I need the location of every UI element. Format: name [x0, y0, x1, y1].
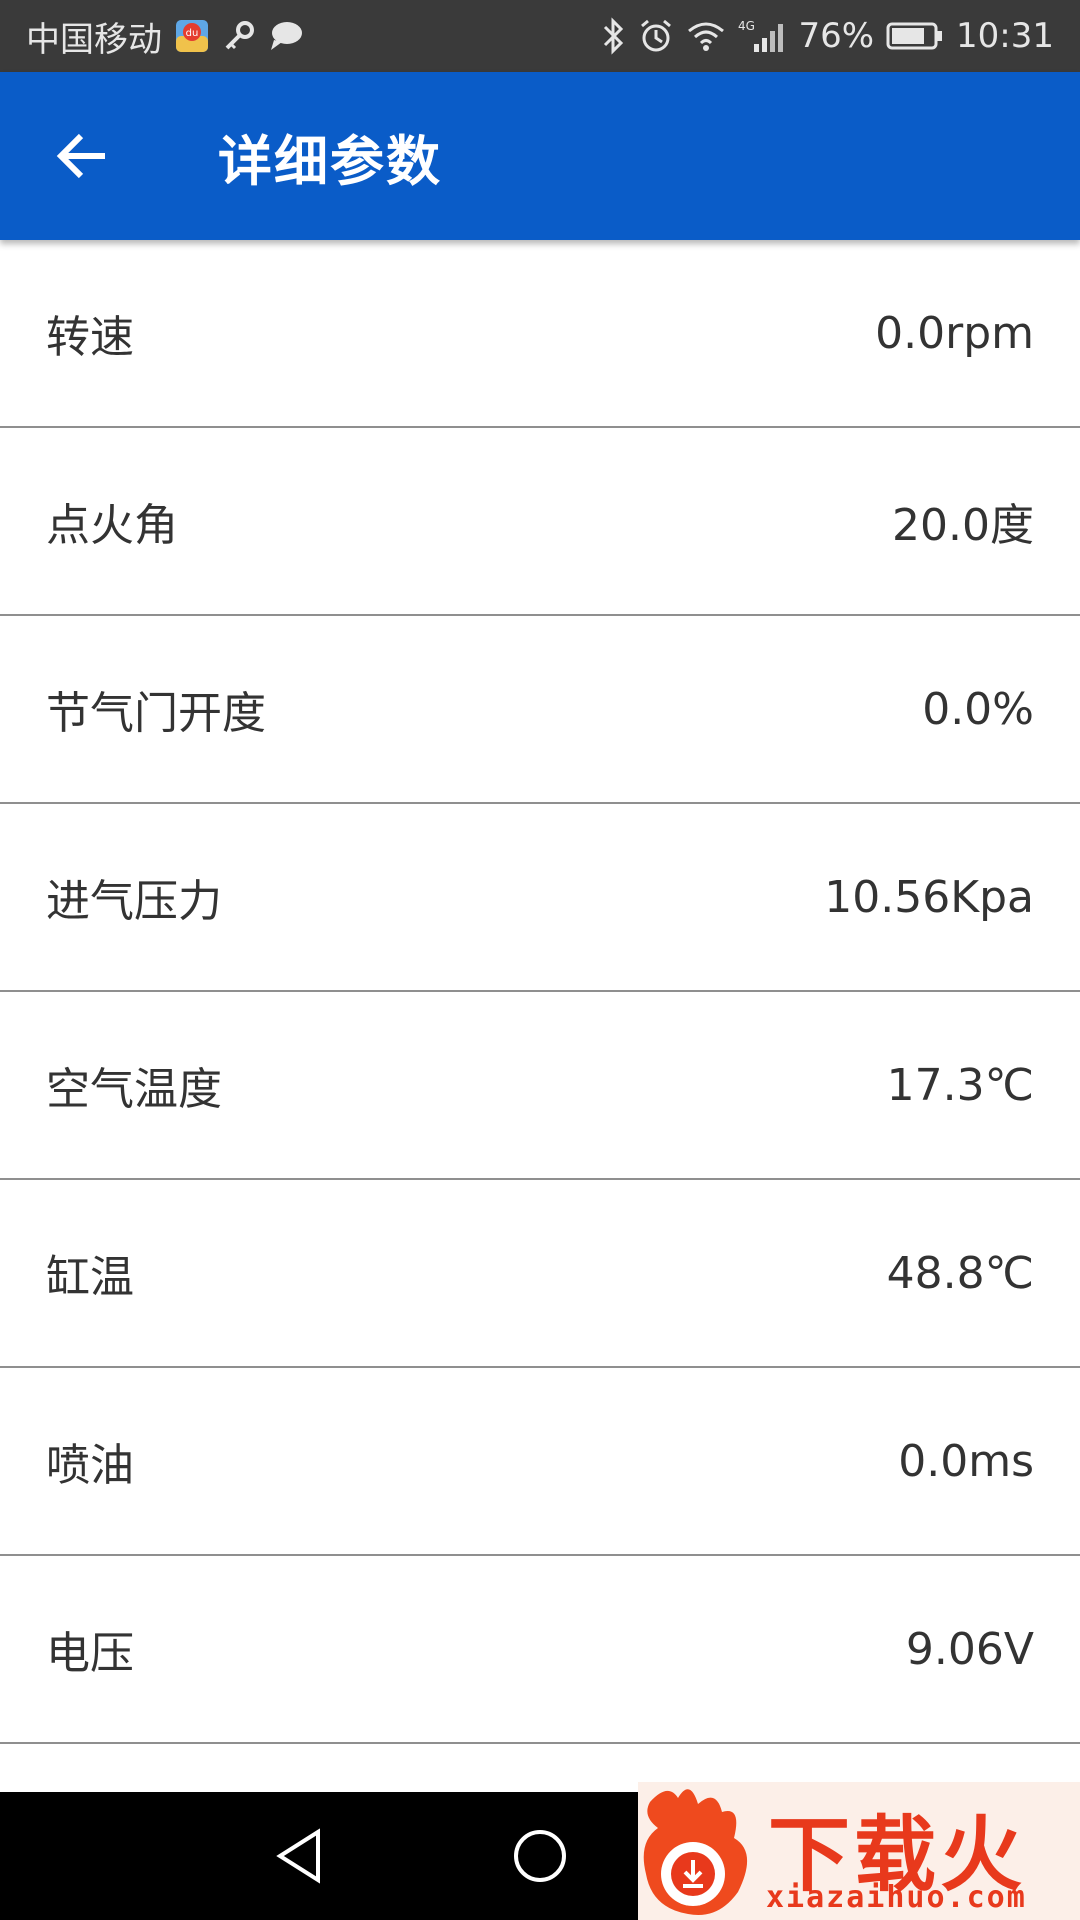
page-title: 详细参数: [218, 129, 442, 193]
network-type-label: 4G: [738, 19, 755, 33]
arrow-left-icon: [56, 133, 105, 179]
flame-logo-icon: [643, 1789, 748, 1916]
parameter-list: 转速 0.0rpm 点火角 20.0度 节气门开度 0.0% 进气压力 10.5…: [0, 240, 1080, 1744]
param-row-rpm: 转速 0.0rpm: [0, 240, 1080, 428]
param-label: 点火角: [46, 500, 178, 551]
status-right: 4G 76% 10:31: [602, 16, 1054, 56]
param-label: 进气压力: [46, 876, 222, 927]
svg-text:du: du: [186, 28, 199, 39]
home-circle-icon: [514, 1830, 566, 1882]
baidu-maps-icon: du: [174, 18, 210, 54]
param-row-throttle: 节气门开度 0.0%: [0, 616, 1080, 804]
param-label: 喷油: [46, 1440, 134, 1491]
bluetooth-icon: [602, 17, 626, 55]
status-left: 中国移动 du: [26, 12, 304, 61]
battery-icon: [886, 21, 944, 51]
app-bar: 详细参数: [0, 72, 1080, 240]
param-label: 电压: [46, 1628, 134, 1679]
signal-icon: 4G: [738, 18, 786, 54]
param-row-cylinder-temp: 缸温 48.8℃: [0, 1180, 1080, 1368]
chat-bubble-icon: [268, 20, 304, 52]
param-label: 节气门开度: [46, 688, 266, 739]
nav-back-button[interactable]: [260, 1816, 340, 1896]
param-row-air-temp: 空气温度 17.3℃: [0, 992, 1080, 1180]
key-icon: [222, 19, 256, 53]
param-value: 20.0度: [892, 500, 1034, 551]
param-row-injection: 喷油 0.0ms: [0, 1368, 1080, 1556]
nav-home-button[interactable]: [500, 1816, 580, 1896]
param-value: 9.06V: [905, 1623, 1034, 1675]
param-value: 48.8℃: [886, 1247, 1034, 1299]
param-row-ignition-angle: 点火角 20.0度: [0, 428, 1080, 616]
battery-percent: 76%: [798, 16, 875, 56]
param-value: 10.56Kpa: [824, 871, 1034, 923]
back-button[interactable]: [28, 101, 138, 211]
status-bar: 中国移动 du 4G 76% 10:31: [0, 0, 1080, 72]
param-label: 转速: [46, 312, 134, 363]
carrier-name: 中国移动: [26, 19, 162, 60]
param-value: 17.3℃: [886, 1059, 1034, 1111]
watermark-text-en: xiazaihuo.com: [766, 1880, 1027, 1915]
param-label: 缸温: [46, 1252, 134, 1303]
param-value: 0.0rpm: [875, 307, 1034, 359]
param-row-voltage: 电压 9.06V: [0, 1556, 1080, 1744]
param-value: 0.0ms: [898, 1435, 1034, 1487]
param-value: 0.0%: [922, 683, 1034, 735]
wifi-icon: [686, 19, 726, 53]
back-triangle-icon: [276, 1828, 320, 1884]
clock-time: 10:31: [956, 16, 1054, 56]
alarm-icon: [638, 18, 674, 54]
param-row-intake-pressure: 进气压力 10.56Kpa: [0, 804, 1080, 992]
watermark-logo: 下载火 xiazaihuo.com: [638, 1782, 1080, 1920]
param-label: 空气温度: [46, 1064, 222, 1115]
